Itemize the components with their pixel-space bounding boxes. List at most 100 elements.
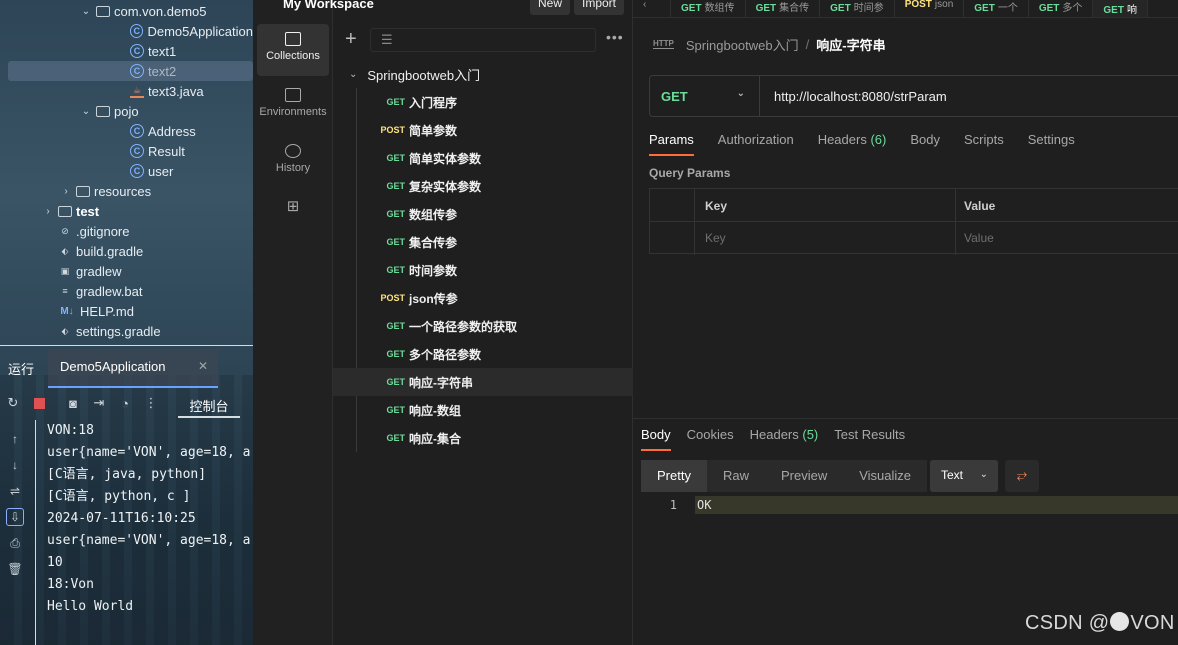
tree-item[interactable]: ≡ gradlew.bat <box>0 281 253 301</box>
breadcrumb-request[interactable]: 响应-字符串 <box>816 35 885 54</box>
nav-collections[interactable]: Collections <box>257 24 329 76</box>
nav-history[interactable]: History <box>257 136 329 188</box>
open-tab[interactable]: GET 一个 <box>964 0 1029 17</box>
nav-label: History <box>275 162 311 174</box>
tree-item[interactable]: M↓ HELP.md <box>0 301 253 321</box>
url-input[interactable]: http://localhost:8080/strParam <box>774 89 947 104</box>
nav-environments[interactable]: Environments <box>257 80 329 132</box>
nav-add-workspace[interactable]: ⊞ <box>257 192 329 244</box>
tree-item[interactable]: ⌄ com.von.demo5 <box>0 1 253 21</box>
scroll-to-end-icon[interactable]: ⇩ <box>0 504 30 530</box>
tree-item[interactable]: C Result <box>0 141 253 161</box>
chevron-right-icon[interactable]: › <box>60 186 72 197</box>
open-tab[interactable]: GET 数组传 <box>671 0 746 17</box>
tab-scripts[interactable]: Scripts <box>964 130 1004 156</box>
stop-icon[interactable] <box>26 390 52 416</box>
profiler-icon[interactable]: ◔ <box>112 390 138 416</box>
import-button[interactable]: Import <box>574 0 625 15</box>
trash-icon[interactable]: 🗑 <box>0 556 30 582</box>
filter-input[interactable]: ☰ <box>370 28 596 52</box>
request-item[interactable]: POST json传参 <box>333 284 633 312</box>
format-preview[interactable]: Preview <box>764 460 844 492</box>
response-tab-headers[interactable]: Headers (5) <box>750 427 819 451</box>
table-checkbox-column <box>650 189 695 255</box>
console-tab[interactable]: 控制台 <box>178 388 240 418</box>
chevron-right-icon[interactable]: › <box>42 206 54 217</box>
request-item[interactable]: GET 简单实体参数 <box>333 144 633 172</box>
tree-item[interactable]: C Demo5Application <box>0 21 253 41</box>
workspace-name[interactable]: My Workspace <box>283 0 374 11</box>
tree-item[interactable]: Cuser <box>0 161 253 181</box>
request-item[interactable]: GET 复杂实体参数 <box>333 172 633 200</box>
tree-item[interactable]: Ctext2 <box>8 61 253 81</box>
tree-item[interactable]: ⊘ .gitignore <box>0 221 253 241</box>
request-item[interactable]: GET 响应-集合 <box>333 424 633 452</box>
method-badge: GET <box>386 405 405 415</box>
request-item[interactable]: GET 时间参数 <box>333 256 633 284</box>
format-type-select[interactable]: Text ⌄ <box>930 460 998 492</box>
open-tab[interactable]: GET 时间参 <box>820 0 895 17</box>
down-icon[interactable]: ↓ <box>0 452 30 478</box>
tree-item[interactable]: ⌄ pojo <box>0 101 253 121</box>
tree-item[interactable]: › test <box>0 201 253 221</box>
request-item[interactable]: GET 入门程序 <box>333 88 633 116</box>
up-icon[interactable]: ↑ <box>0 426 30 452</box>
rerun-icon[interactable]: ↻ <box>0 390 26 416</box>
tab-label: Test Results <box>834 427 906 442</box>
format-raw[interactable]: Raw <box>706 460 765 492</box>
tab-headers[interactable]: Headers (6) <box>818 130 887 156</box>
markdown-icon: M↓ <box>60 305 74 317</box>
class-icon: C <box>130 144 144 158</box>
response-tab-cookies[interactable]: Cookies <box>687 427 734 451</box>
format-visualize[interactable]: Visualize <box>843 460 928 492</box>
query-params-table: Key Value Key Value <box>649 188 1178 255</box>
more-icon[interactable]: ⋮ <box>138 390 164 416</box>
request-name: 响应-集合 <box>409 431 461 446</box>
response-tab-test-results[interactable]: Test Results <box>834 427 905 451</box>
tab-body[interactable]: Body <box>910 130 940 156</box>
new-button[interactable]: New <box>530 0 571 15</box>
wrap-lines-icon[interactable]: ⥂ <box>1005 460 1039 492</box>
request-item[interactable]: GET 集合传参 <box>333 228 633 256</box>
request-item[interactable]: GET 多个路径参数 <box>333 340 633 368</box>
tree-item[interactable]: ▣ gradlew <box>0 261 253 281</box>
more-options-icon[interactable]: ••• <box>606 29 624 45</box>
chevron-down-icon[interactable]: ⌄ <box>80 106 92 117</box>
tree-item[interactable]: Ctext1 <box>0 41 253 61</box>
request-item[interactable]: GET 响应-字符串 <box>333 368 633 396</box>
open-tab[interactable]: POST json <box>895 0 965 17</box>
value-input[interactable]: Value <box>964 231 994 245</box>
open-tab[interactable]: GET 集合传 <box>746 0 821 17</box>
tab-method: GET <box>1103 5 1124 16</box>
request-item[interactable]: GET 一个路径参数的获取 <box>333 312 633 340</box>
tree-item[interactable]: › resources <box>0 181 253 201</box>
breadcrumb-collection[interactable]: Springbootweb入门 <box>686 35 799 54</box>
tree-item[interactable]: ☕ text3.java <box>0 81 253 101</box>
response-tab-body[interactable]: Body <box>641 427 671 451</box>
tab-authorization[interactable]: Authorization <box>718 130 794 156</box>
close-icon[interactable]: ✕ <box>198 359 208 373</box>
tabs-back-icon[interactable]: ‹ <box>633 0 671 17</box>
soft-wrap-icon[interactable]: ⇌ <box>0 478 30 504</box>
print-icon[interactable]: ⎙ <box>0 530 30 556</box>
add-icon[interactable]: + <box>345 28 357 51</box>
tab-params[interactable]: Params <box>649 130 694 156</box>
run-tab-demo5application[interactable]: Demo5Application ✕ <box>48 349 218 388</box>
tree-item[interactable]: ⬖ build.gradle <box>0 241 253 261</box>
format-pretty[interactable]: Pretty <box>641 460 707 492</box>
tab-name: 多个 <box>1062 3 1083 14</box>
tab-settings[interactable]: Settings <box>1028 130 1075 156</box>
tree-item[interactable]: C Address <box>0 121 253 141</box>
method-select[interactable]: GET ⌄ <box>650 76 760 116</box>
tree-item[interactable]: ⬖ settings.gradle <box>0 321 253 341</box>
request-item[interactable]: GET 响应-数组 <box>333 396 633 424</box>
open-tab[interactable]: GET 响 <box>1093 0 1148 17</box>
chevron-down-icon[interactable]: ⌄ <box>80 6 92 17</box>
request-item[interactable]: POST 简单参数 <box>333 116 633 144</box>
open-tab[interactable]: GET 多个 <box>1029 0 1094 17</box>
key-input[interactable]: Key <box>705 231 726 245</box>
collection-springbootweb[interactable]: ⌄ Springbootweb入门 <box>333 60 633 88</box>
request-item[interactable]: GET 数组传参 <box>333 200 633 228</box>
exit-icon[interactable]: ⇥ <box>86 390 112 416</box>
camera-icon[interactable]: ◙ <box>60 390 86 416</box>
